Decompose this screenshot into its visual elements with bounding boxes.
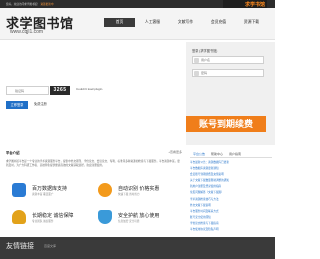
nav-item-support[interactable]: 人工客服: [137, 18, 168, 27]
tab-help[interactable]: 帮助中心: [208, 150, 226, 157]
user-icon: [12, 210, 26, 224]
feature-grid: 百万数据库支持 资源丰富 覆盖面广 自动识别 价格实惠 快速下载 省时省力 长期…: [12, 181, 182, 231]
database-icon: [12, 183, 26, 197]
news-tabs: 平台公告 帮助中心 用户指南: [190, 150, 272, 158]
feature-desc: 资源丰富 覆盖面广: [32, 193, 54, 196]
feature-title: 长期稳定 诚信保障: [32, 213, 74, 219]
feature-item: 百万数据库支持 资源丰富 覆盖面广: [12, 181, 92, 203]
header: 求学图书馆 www.cqjl1.com 首页 人工客服 文献写作 会员充值 资源…: [0, 8, 275, 40]
user-icon: [194, 58, 199, 63]
nav-item-download[interactable]: 资源下载: [236, 18, 267, 27]
tab-announcements[interactable]: 平台公告: [190, 150, 208, 157]
site-url: www.cqjl1.com: [10, 29, 44, 35]
feature-item: 安全护航 放心使用 信息加密 安全可靠: [98, 208, 178, 230]
friend-link[interactable]: 百度文库: [44, 244, 56, 248]
tab-guide[interactable]: 用户指南: [226, 150, 244, 157]
news-list: 平台最新公告：资源数据库已更新 平台数据库资源更新通知 会员账号到期续费及充值说…: [190, 160, 272, 233]
intro-more-link[interactable]: +查看更多: [168, 150, 182, 154]
feature-title: 自动识别 价格实惠: [118, 186, 160, 192]
renewal-banner[interactable]: 账号到期续费: [186, 116, 266, 132]
intro-title: 平台介绍: [6, 151, 20, 155]
list-item[interactable]: 平台使用协议及隐私声明: [190, 227, 272, 233]
captcha-input[interactable]: [15, 88, 47, 94]
nav-item-recharge[interactable]: 会员充值: [203, 18, 234, 27]
intro-text: 求学图书馆平台是一个专业的学术资源服务平台，提供中外文期刊、学位论文、会议论文、…: [6, 160, 180, 168]
feature-desc: 信息加密 安全可靠: [118, 220, 140, 223]
feature-title: 安全护航 放心使用: [118, 213, 160, 219]
register-link[interactable]: 免费注册: [34, 101, 47, 106]
top-notice: 您好，欢迎访问求学图书馆！ 资源更新中: [6, 3, 54, 6]
nav-item-writing[interactable]: 文献写作: [170, 18, 201, 27]
feature-desc: 快速下载 省时省力: [118, 193, 140, 196]
login-button[interactable]: 立即登录: [6, 101, 28, 109]
news-panel: 平台公告 帮助中心 用户指南 平台最新公告：资源数据库已更新 平台数据库资源更新…: [190, 150, 272, 234]
shield-icon: [98, 210, 112, 224]
top-promo[interactable]: 求学书馆: [223, 0, 267, 8]
feature-desc: 专业团队 诚信服务: [32, 220, 54, 223]
feature-item: 自动识别 价格实惠 快速下载 省时省力: [98, 181, 178, 203]
main-nav: 首页 人工客服 文献写作 会员充值 资源下载: [104, 18, 269, 27]
nav-item-home[interactable]: 首页: [104, 18, 135, 27]
friend-links-title: 友情链接: [6, 243, 34, 250]
feature-item: 长期稳定 诚信保障 专业团队 诚信服务: [12, 208, 92, 230]
login-title: 登录 (求学图书馆): [192, 49, 218, 53]
captcha-field[interactable]: [6, 86, 49, 95]
feature-title: 百万数据库支持: [32, 186, 68, 192]
username-input[interactable]: [201, 57, 261, 63]
username-field[interactable]: [192, 56, 264, 64]
top-bar: 您好，欢迎访问求学图书馆！ 资源更新中 求学书馆: [0, 0, 275, 8]
lock-icon: [194, 71, 199, 76]
plugin-error-message: Couldn't load plugin.: [76, 87, 104, 91]
captcha-image[interactable]: 3265: [50, 86, 70, 95]
footer: 友情链接 百度文库: [0, 237, 275, 259]
platform-intro: 平台介绍 +查看更多 求学图书馆平台是一个专业的学术资源服务平台，提供中外文期刊…: [6, 150, 182, 169]
password-input[interactable]: [201, 70, 261, 76]
clock-icon: [98, 183, 112, 197]
password-field[interactable]: [192, 69, 264, 77]
